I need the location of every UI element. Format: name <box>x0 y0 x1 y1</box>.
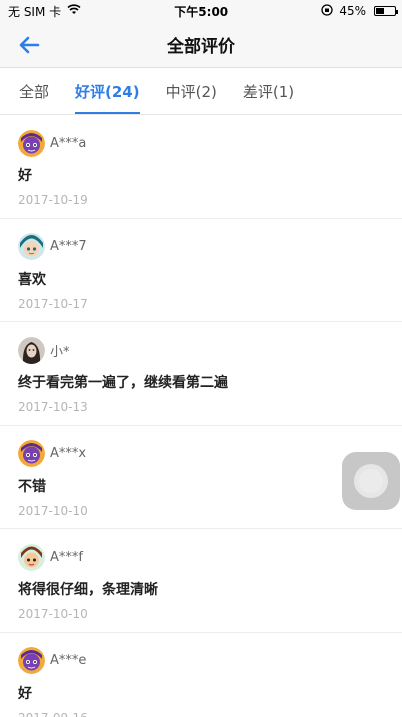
review-date: 2017-09-16 <box>18 711 384 717</box>
tab-positive[interactable]: 好评(24) <box>62 68 153 114</box>
review-list: A***a 好 2017-10-19 A***7 喜欢 2017-10-17 小… <box>0 115 402 717</box>
status-left: 无 SIM 卡 <box>8 3 81 20</box>
review-item: A***f 将得很仔细，条理清晰 2017-10-10 <box>0 529 402 633</box>
page-title: 全部评价 <box>167 37 235 57</box>
review-date: 2017-10-13 <box>18 400 88 414</box>
review-header: A***x <box>18 440 384 468</box>
review-item: A***e 好 2017-09-16 <box>0 633 402 717</box>
wifi-icon <box>67 4 81 18</box>
assistive-touch-button[interactable] <box>342 452 400 510</box>
status-right: 45% <box>321 3 398 19</box>
tab-label: 差评(1) <box>242 82 295 101</box>
review-header: A***7 <box>18 233 384 261</box>
review-item: A***a 好 2017-10-19 <box>0 115 402 219</box>
tab-label: 全部 <box>19 82 50 101</box>
review-username: A***x <box>50 446 87 461</box>
back-arrow-icon <box>19 36 40 54</box>
review-content: 不错 <box>18 478 46 495</box>
battery-percent: 45% <box>339 4 366 18</box>
review-content: 好 <box>18 685 32 702</box>
review-username: 小* <box>50 344 70 360</box>
avatar <box>18 440 45 467</box>
tab-label: 好评(24) <box>75 82 140 101</box>
review-date: 2017-10-10 <box>18 503 88 518</box>
orientation-lock-icon <box>321 3 333 19</box>
status-bar: 无 SIM 卡 下午5:00 45% <box>0 0 402 22</box>
avatar <box>18 129 45 157</box>
filter-tabs: 全部 好评(24) 中评(2) 差评(1) <box>0 68 402 115</box>
avatar <box>18 336 45 364</box>
review-item: 小* 终于看完第一遍了，继续看第二遍 2017-10-13 <box>0 322 402 426</box>
assistive-touch-icon <box>354 464 388 498</box>
review-username: A***a <box>50 135 87 151</box>
review-content: 喜欢 <box>18 271 46 288</box>
status-time: 下午5:00 <box>174 4 229 19</box>
review-content: 终于看完第一遍了，继续看第二遍 <box>18 375 228 391</box>
tab-label: 中评(2) <box>165 82 217 101</box>
review-username: A***e <box>50 653 87 668</box>
review-date: 2017-10-19 <box>18 193 88 207</box>
review-content: 好 <box>18 168 32 184</box>
review-header: A***a <box>18 129 384 157</box>
tab-neutral[interactable]: 中评(2) <box>153 68 230 114</box>
nav-bar: 全部评价 <box>0 22 402 68</box>
review-item: A***7 喜欢 2017-10-17 <box>0 219 402 322</box>
avatar <box>18 543 45 571</box>
review-header: 小* <box>18 336 384 364</box>
battery-icon <box>373 6 398 16</box>
tab-all[interactable]: 全部 <box>6 68 62 114</box>
carrier-label: 无 SIM 卡 <box>8 4 62 19</box>
avatar <box>18 233 45 260</box>
review-username: A***7 <box>50 239 87 254</box>
review-content: 将得很仔细，条理清晰 <box>18 582 158 598</box>
back-button[interactable] <box>14 30 44 60</box>
tab-negative[interactable]: 差评(1) <box>230 68 307 114</box>
avatar <box>18 647 45 674</box>
review-date: 2017-10-17 <box>18 296 88 311</box>
review-header: A***f <box>18 543 384 571</box>
review-username: A***f <box>50 549 83 565</box>
review-date: 2017-10-10 <box>18 607 88 621</box>
review-header: A***e <box>18 647 384 675</box>
